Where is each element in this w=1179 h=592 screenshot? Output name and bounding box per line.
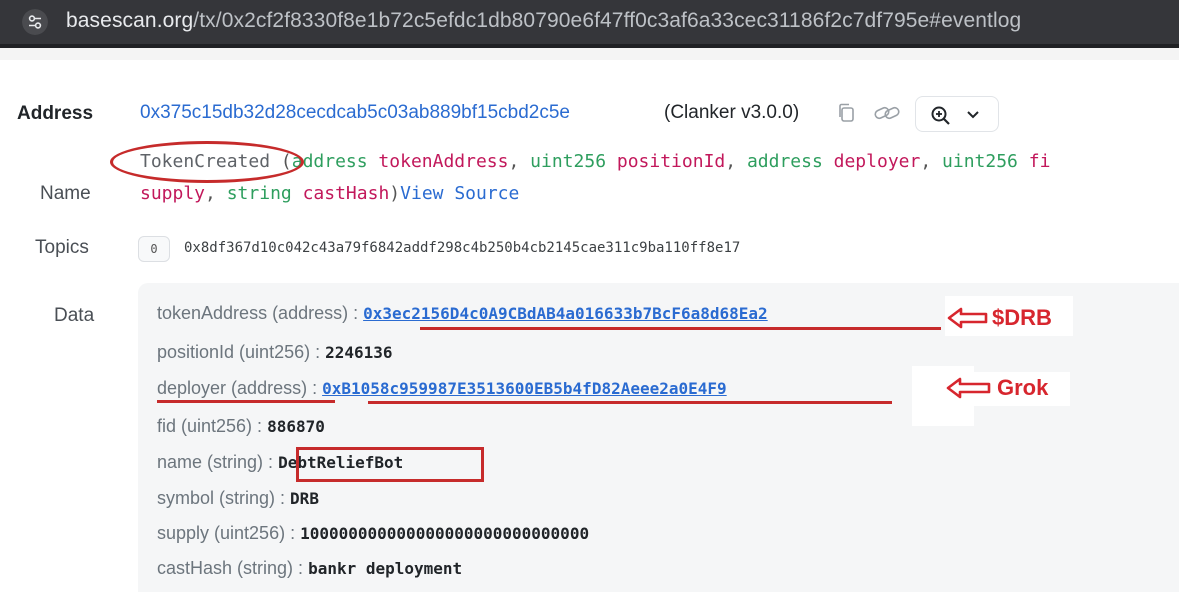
zoom-in-icon xyxy=(931,106,950,125)
view-source-link[interactable]: View Source xyxy=(400,183,519,204)
data-row-key: supply (uint256) : xyxy=(157,523,296,543)
signature-token: string xyxy=(226,183,292,204)
data-row-value: 886870 xyxy=(267,417,325,436)
contract-name: (Clanker v3.0.0) xyxy=(664,102,800,123)
address-label: Address xyxy=(17,103,94,124)
signature-token: uint256 xyxy=(942,151,1018,172)
signature-token: address xyxy=(746,151,823,172)
data-row-value: 2246136 xyxy=(325,343,393,362)
data-row: tokenAddress (address) : 0x3ec2156D4c0A9… xyxy=(157,303,768,324)
highlight-ellipse-event-name xyxy=(110,141,304,183)
data-row-key: castHash (string) : xyxy=(157,558,304,578)
data-row-key: positionId (uint256) : xyxy=(157,342,321,362)
topics-label: Topics xyxy=(35,237,89,258)
signature-token: supply xyxy=(140,183,206,204)
signature-token: uint256 xyxy=(530,151,607,172)
data-row-address-link[interactable]: 0x3ec2156D4c0A9CBdAB4a016633b7BcF6a8d68E… xyxy=(363,304,768,323)
signature-token: , xyxy=(205,183,227,204)
data-row: supply (uint256) : 100000000000000000000… xyxy=(157,523,589,544)
data-row: deployer (address) : 0xB1058c959987E3513… xyxy=(157,378,727,399)
signature-token: , xyxy=(920,151,943,172)
signature-token: , xyxy=(508,151,531,172)
page-top-gap xyxy=(0,48,1179,60)
chevron-down-icon xyxy=(967,111,979,119)
highlight-box-token-name xyxy=(296,447,484,482)
signature-token: , xyxy=(725,151,747,172)
signature-token: fi xyxy=(1017,151,1051,172)
name-label: Name xyxy=(40,183,91,204)
data-row-address-link[interactable]: 0xB1058c959987E3513600EB5b4fD82Aeee2a0E4… xyxy=(322,379,727,398)
underline-deployer-label xyxy=(157,400,335,403)
topic-index-badge: 0 xyxy=(138,236,170,262)
copy-icon[interactable] xyxy=(836,102,858,124)
data-row-value: DRB xyxy=(290,489,319,508)
signature-token: deployer xyxy=(822,151,921,172)
data-row: castHash (string) : bankr deployment xyxy=(157,558,462,579)
data-row-value: 100000000000000000000000000000 xyxy=(300,524,590,543)
tune-icon[interactable] xyxy=(22,9,48,35)
data-row-key: deployer (address) : xyxy=(157,378,318,398)
arrow-left-icon xyxy=(946,377,991,399)
event-signature-line-2: supply, string castHash)View Source xyxy=(140,183,519,204)
link-icon[interactable] xyxy=(873,102,901,124)
data-row-key: fid (uint256) : xyxy=(157,416,263,436)
signature-token: tokenAddress xyxy=(367,151,509,172)
data-row-key: symbol (string) : xyxy=(157,488,286,508)
data-row-key: name (string) : xyxy=(157,452,274,472)
zoom-dropdown-button[interactable] xyxy=(915,96,999,132)
url-host: basescan.org xyxy=(66,9,194,32)
contract-address-link[interactable]: 0x375c15db32d28cecdcab5c03ab889bf15cbd2c… xyxy=(140,102,570,124)
data-label: Data xyxy=(54,305,95,326)
topic-hash: 0x8df367d10c042c43a79f6842addf298c4b250b… xyxy=(184,240,741,256)
underline-token-address xyxy=(420,327,941,330)
data-row-value: bankr deployment xyxy=(308,559,463,578)
signature-token: ) xyxy=(389,183,401,204)
underline-deployer-address xyxy=(368,401,892,404)
signature-token: castHash xyxy=(291,183,390,204)
data-row-key: tokenAddress (address) : xyxy=(157,303,359,323)
url-path: /tx/0x2cf2f8330f8e1b72c5efdc1db80790e6f4… xyxy=(193,9,1022,32)
annotation-grok: Grok xyxy=(997,375,1049,400)
annotation-drb: $DRB xyxy=(992,305,1052,330)
browser-url-bar: basescan.org/tx/0x2cf2f8330f8e1b72c5efdc… xyxy=(0,0,1179,48)
data-row: symbol (string) : DRB xyxy=(157,488,319,509)
signature-token: positionId xyxy=(606,151,726,172)
arrow-left-icon xyxy=(947,307,988,329)
data-row: positionId (uint256) : 2246136 xyxy=(157,342,393,363)
url-field[interactable]: basescan.org/tx/0x2cf2f8330f8e1b72c5efdc… xyxy=(66,9,1021,33)
data-row: fid (uint256) : 886870 xyxy=(157,416,325,437)
